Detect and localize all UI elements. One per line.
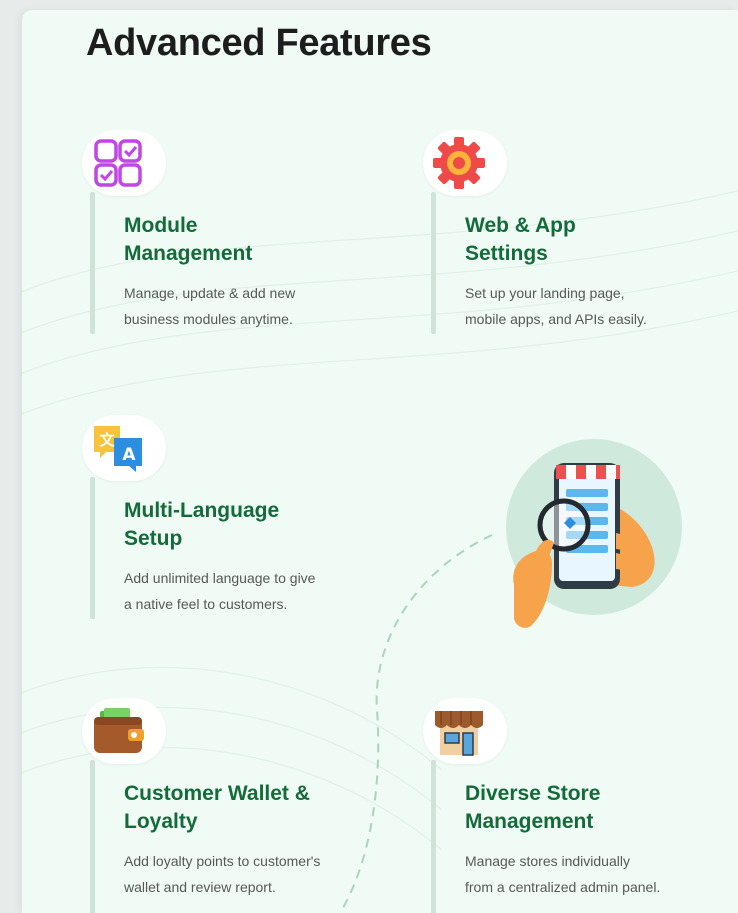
feature-title-line: Multi-Language <box>124 499 280 522</box>
feature-title: Module Management <box>124 212 384 268</box>
store-icon <box>435 711 483 756</box>
feature-title-line: Diverse Store <box>465 782 601 805</box>
feature-title-line: Module <box>124 214 198 237</box>
feature-icon-badge <box>82 698 166 764</box>
feature-icon-badge <box>423 698 507 764</box>
feature-description-line: wallet and review report. <box>124 879 276 895</box>
feature-title: Web & App Settings <box>465 212 725 268</box>
feature-icon-badge <box>82 130 166 196</box>
feature-accent-bar <box>90 477 95 619</box>
feature-icon-badge <box>423 130 507 196</box>
feature-description-line: Set up your landing page, <box>465 285 625 301</box>
feature-description-line: Manage stores individually <box>465 853 630 869</box>
feature-description-line: mobile apps, and APIs easily. <box>465 311 647 327</box>
feature-title-line: Setup <box>124 527 183 550</box>
feature-accent-bar <box>90 760 95 913</box>
feature-title: Diverse Store Management <box>465 780 725 836</box>
feature-description-line: a native feel to customers. <box>124 596 288 612</box>
feature-icon-badge: 文 A <box>82 415 166 481</box>
feature-description: Add unlimited language to give a native … <box>124 565 384 617</box>
module-grid-icon <box>94 139 142 187</box>
section-heading: Advanced Features <box>86 22 432 64</box>
feature-description-line: Add unlimited language to give <box>124 570 316 586</box>
feature-title-line: Customer Wallet & <box>124 782 310 805</box>
feature-accent-bar <box>431 760 436 913</box>
feature-title-line: Management <box>465 810 594 833</box>
feature-description-line: business modules anytime. <box>124 311 293 327</box>
svg-text:A: A <box>122 445 136 465</box>
feature-multi-language-setup: 文 A Multi-Language Setup Add unlimited l… <box>82 415 380 625</box>
advanced-features-section: Advanced Features Module Management Mana… <box>22 10 738 913</box>
feature-customer-wallet-loyalty: Customer Wallet & Loyalty Add loyalty po… <box>82 698 380 913</box>
feature-title-line: Loyalty <box>124 810 198 833</box>
feature-title-line: Settings <box>465 242 548 265</box>
feature-module-management: Module Management Manage, update & add n… <box>82 130 380 340</box>
wallet-icon <box>94 708 144 753</box>
feature-description-line: from a centralized admin panel. <box>465 879 661 895</box>
translate-icon: 文 A <box>94 426 142 472</box>
feature-description: Add loyalty points to customer's wallet … <box>124 848 384 900</box>
feature-title-line: Web & App <box>465 214 576 237</box>
feature-title: Customer Wallet & Loyalty <box>124 780 384 836</box>
feature-description: Set up your landing page, mobile apps, a… <box>465 280 725 332</box>
feature-accent-bar <box>90 192 95 334</box>
feature-web-app-settings: Web & App Settings Set up your landing p… <box>423 130 721 340</box>
feature-accent-bar <box>431 192 436 334</box>
feature-diverse-store-management: Diverse Store Management Manage stores i… <box>423 698 721 913</box>
feature-description: Manage, update & add new business module… <box>124 280 384 332</box>
feature-title-line: Management <box>124 242 253 265</box>
svg-text:文: 文 <box>99 431 115 449</box>
feature-description: Manage stores individually from a centra… <box>465 848 725 900</box>
gear-icon <box>433 137 485 189</box>
feature-description-line: Manage, update & add new <box>124 285 296 301</box>
feature-title: Multi-Language Setup <box>124 497 384 553</box>
feature-description-line: Add loyalty points to customer's <box>124 853 321 869</box>
phone-search-illustration <box>506 439 682 628</box>
